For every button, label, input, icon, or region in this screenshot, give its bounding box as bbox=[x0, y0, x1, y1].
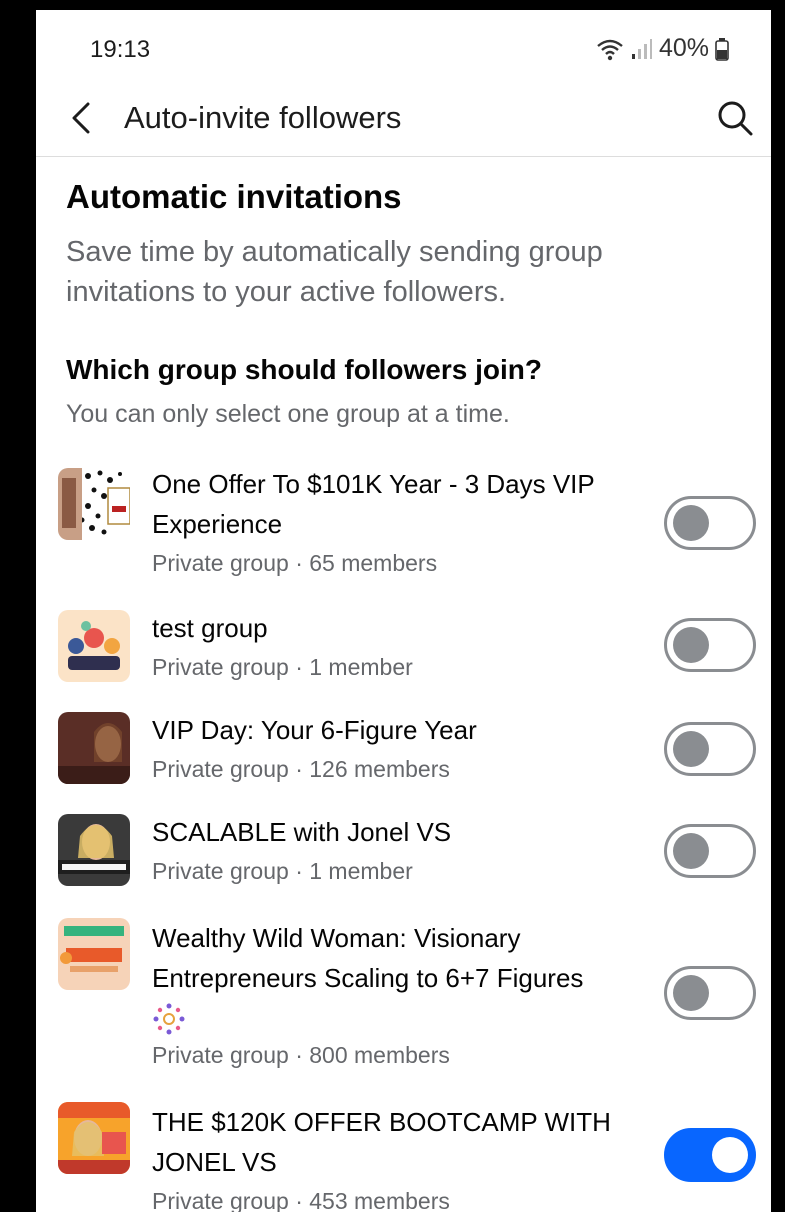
search-icon[interactable] bbox=[715, 98, 755, 138]
toggle-knob bbox=[673, 627, 709, 663]
group-thumbnail bbox=[58, 918, 130, 990]
question-subtext: You can only select one group at a time. bbox=[66, 400, 510, 428]
group-row[interactable]: SCALABLE with Jonel VS Private group · 1… bbox=[36, 810, 771, 890]
status-bar: 19:13 40% bbox=[36, 10, 771, 80]
group-meta: Private group · 453 members bbox=[152, 1188, 450, 1212]
group-name: VIP Day: Your 6-Figure Year bbox=[152, 715, 477, 745]
section-heading: Automatic invitations bbox=[66, 178, 402, 215]
group-toggle[interactable] bbox=[664, 722, 756, 776]
group-row[interactable]: THE $120K OFFER BOOTCAMP WITH JONEL VS P… bbox=[36, 1100, 771, 1212]
toggle-knob bbox=[673, 505, 709, 541]
status-icons: 40% bbox=[595, 34, 729, 63]
group-name: SCALABLE with Jonel VS bbox=[152, 817, 452, 847]
mandala-emoji-icon bbox=[153, 1003, 185, 1035]
group-name: test group bbox=[152, 613, 268, 643]
toggle-knob bbox=[673, 975, 709, 1011]
group-row[interactable]: Wealthy Wild Woman: Visionary Entreprene… bbox=[36, 916, 771, 1076]
group-row[interactable]: VIP Day: Your 6-Figure Year Private grou… bbox=[36, 708, 771, 788]
group-meta: Private group · 65 members bbox=[152, 550, 438, 576]
section-description: Save time by automatically sending group… bbox=[66, 236, 603, 308]
back-chevron-icon[interactable] bbox=[64, 98, 98, 138]
group-row[interactable]: test group Private group · 1 member bbox=[36, 606, 771, 686]
group-toggle[interactable] bbox=[664, 1128, 756, 1182]
toggle-knob bbox=[673, 731, 709, 767]
phone-screen: 19:13 40% Auto-invite followers Automati… bbox=[0, 0, 785, 1212]
group-toggle[interactable] bbox=[664, 618, 756, 672]
battery-icon bbox=[715, 37, 729, 61]
group-thumbnail bbox=[58, 712, 130, 784]
page-title: Auto-invite followers bbox=[124, 100, 402, 135]
app-bar: Auto-invite followers bbox=[36, 80, 771, 157]
group-thumbnail bbox=[58, 1102, 130, 1174]
question-heading: Which group should followers join? bbox=[66, 354, 542, 385]
group-meta: Private group · 1 member bbox=[152, 654, 413, 680]
group-toggle[interactable] bbox=[664, 966, 756, 1020]
group-name: One Offer To $101K Year - 3 Days VIP Exp… bbox=[152, 469, 595, 539]
wifi-icon bbox=[597, 39, 623, 60]
group-row[interactable]: One Offer To $101K Year - 3 Days VIP Exp… bbox=[36, 462, 771, 582]
battery-percentage: 40% bbox=[658, 34, 709, 62]
toggle-knob bbox=[712, 1137, 748, 1173]
signal-icon bbox=[631, 38, 652, 59]
group-thumbnail bbox=[58, 610, 130, 682]
group-name: THE $120K OFFER BOOTCAMP WITH JONEL VS bbox=[152, 1107, 611, 1177]
toggle-knob bbox=[673, 833, 709, 869]
status-time: 19:13 bbox=[90, 36, 151, 63]
group-name: Wealthy Wild Woman: Visionary Entreprene… bbox=[152, 923, 584, 993]
group-thumbnail bbox=[58, 468, 130, 540]
group-toggle[interactable] bbox=[664, 824, 756, 878]
group-thumbnail bbox=[58, 814, 130, 886]
group-meta: Private group · 1 member bbox=[152, 858, 413, 884]
group-meta: Private group · 800 members bbox=[152, 1042, 450, 1068]
group-toggle[interactable] bbox=[664, 496, 756, 550]
group-meta: Private group · 126 members bbox=[152, 756, 450, 782]
